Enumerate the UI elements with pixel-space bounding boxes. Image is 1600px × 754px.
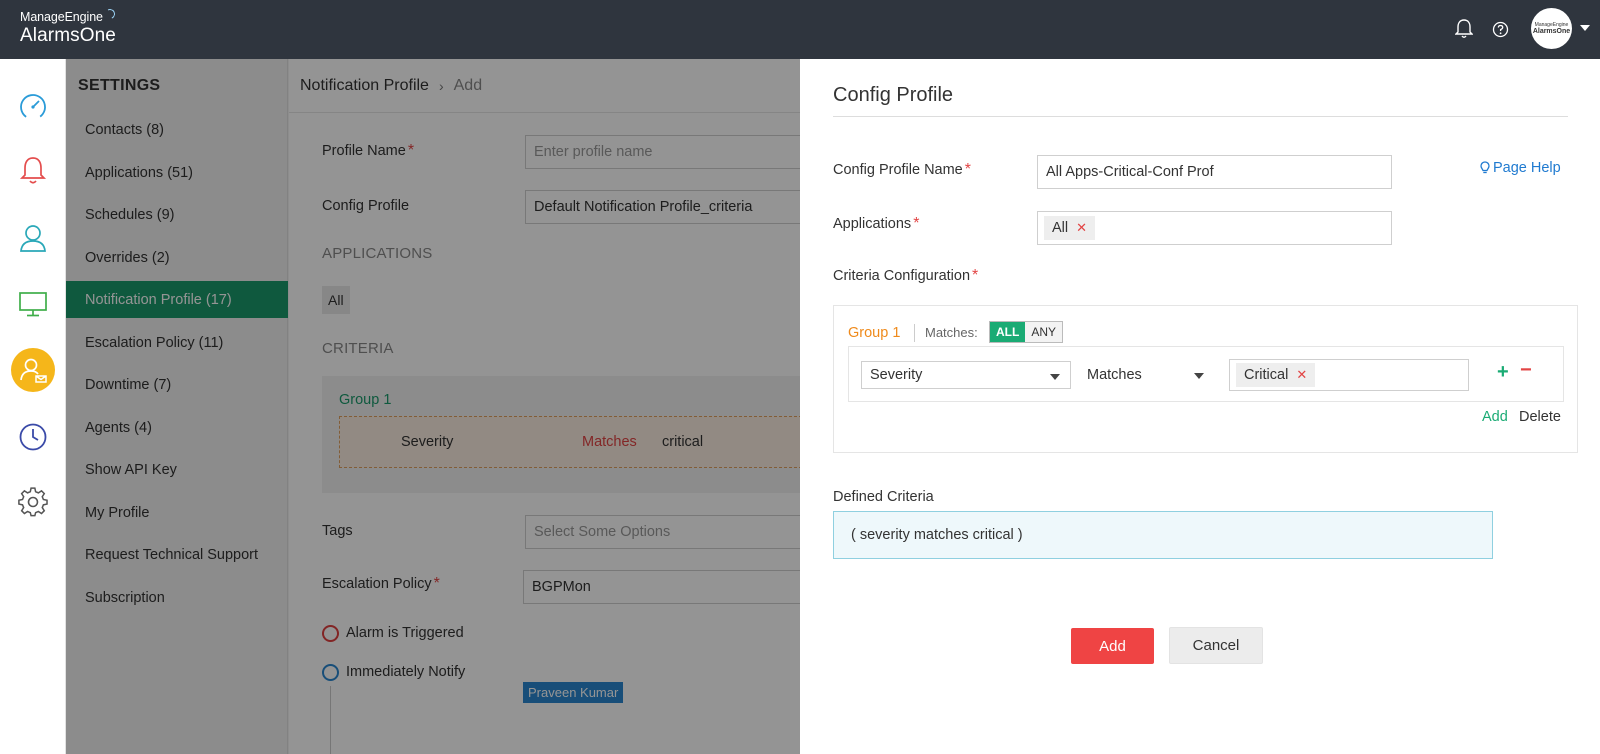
match-any-button[interactable]: ANY xyxy=(1025,322,1063,342)
group-title: Group 1 xyxy=(848,325,901,341)
panel-title: Config Profile xyxy=(833,84,954,106)
icon-rail xyxy=(0,59,66,754)
criteria-configuration-label: Criteria Configuration * xyxy=(833,267,979,284)
brand-top: ManageEngine xyxy=(20,7,117,24)
defined-criteria-label: Defined Criteria xyxy=(833,489,934,505)
dashboard-icon[interactable] xyxy=(11,84,55,128)
alarms-bell-icon[interactable] xyxy=(11,149,55,193)
matches-label: Matches: xyxy=(925,325,978,340)
cancel-button[interactable]: Cancel xyxy=(1169,627,1263,664)
required-asterisk: * xyxy=(964,161,971,178)
add-group-link[interactable]: Add xyxy=(1482,409,1508,425)
page-help-link[interactable]: Page Help xyxy=(1480,160,1561,176)
config-profile-name-label: Config Profile Name * xyxy=(833,161,971,178)
user-settings-icon[interactable] xyxy=(11,348,55,392)
divider xyxy=(833,116,1568,117)
help-icon[interactable] xyxy=(1488,17,1512,41)
notification-bell-icon[interactable] xyxy=(1452,17,1476,41)
remove-rule-icon[interactable]: − xyxy=(1520,359,1532,382)
match-toggle: ALL ANY xyxy=(989,321,1064,343)
monitor-icon[interactable] xyxy=(11,282,55,326)
required-asterisk: * xyxy=(913,215,920,232)
app-logo[interactable]: ManageEngine AlarmsOne xyxy=(20,7,117,47)
brand-name: AlarmsOne xyxy=(20,25,116,46)
rule-value-tag: Critical ✕ xyxy=(1236,363,1316,387)
clock-icon[interactable] xyxy=(11,415,55,459)
applications-label: Applications * xyxy=(833,215,920,232)
avatar[interactable]: ManageEngine AlarmsOne xyxy=(1531,8,1572,49)
contacts-user-icon[interactable] xyxy=(11,216,55,260)
add-rule-icon[interactable]: + xyxy=(1497,361,1509,384)
add-button[interactable]: Add xyxy=(1071,628,1154,664)
account-menu-caret-icon[interactable] xyxy=(1580,25,1590,31)
top-bar: ManageEngine AlarmsOne ManageEngine Alar… xyxy=(0,0,1600,59)
applications-input[interactable]: All ✕ xyxy=(1037,211,1392,245)
delete-group-link[interactable]: Delete xyxy=(1519,409,1561,425)
lightbulb-icon xyxy=(1480,161,1490,174)
criteria-group-box: Group 1 Matches: ALL ANY Severity Matche… xyxy=(833,305,1578,453)
config-profile-panel: Config Profile Config Profile Name * All … xyxy=(800,59,1600,754)
criteria-rule-row: Severity Matches Critical ✕ + − xyxy=(848,346,1564,402)
gear-icon[interactable] xyxy=(11,480,55,524)
remove-tag-icon[interactable]: ✕ xyxy=(1076,220,1087,236)
chevron-down-icon xyxy=(1050,374,1060,380)
config-profile-name-input[interactable]: All Apps-Critical-Conf Prof xyxy=(1037,155,1392,189)
chevron-down-icon xyxy=(1194,373,1204,379)
match-all-button[interactable]: ALL xyxy=(990,322,1026,342)
rule-field-select[interactable]: Severity xyxy=(861,361,1071,389)
applications-tag: All ✕ xyxy=(1044,216,1096,240)
required-asterisk: * xyxy=(972,267,979,284)
modal-backdrop[interactable] xyxy=(66,59,800,754)
rule-operator-select[interactable]: Matches xyxy=(1079,361,1219,389)
remove-tag-icon[interactable]: ✕ xyxy=(1296,367,1307,383)
rule-value-input[interactable]: Critical ✕ xyxy=(1229,359,1469,391)
swoosh-icon xyxy=(103,7,117,21)
defined-criteria-box: ( severity matches critical ) xyxy=(833,511,1493,559)
divider xyxy=(914,324,915,342)
